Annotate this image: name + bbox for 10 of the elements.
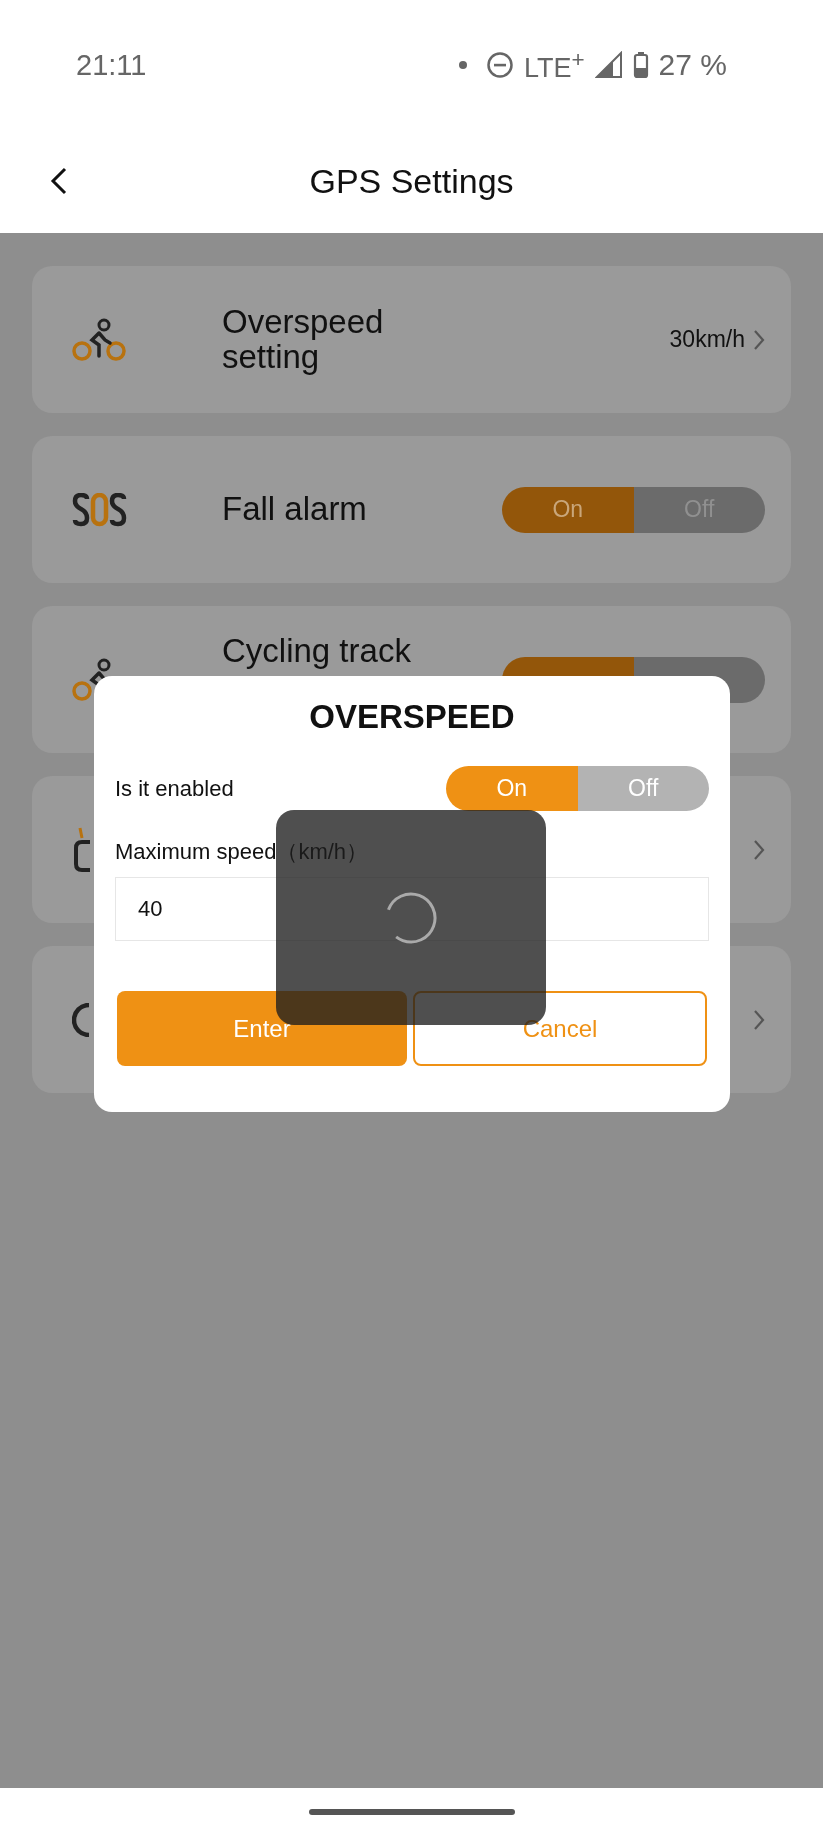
enabled-label: Is it enabled xyxy=(115,775,234,802)
setting-title: Overspeed setting xyxy=(222,304,385,375)
network-type: LTE$^{+}$ xyxy=(523,46,585,84)
battery-level: 27 % xyxy=(658,48,727,82)
setting-title: Fall alarm xyxy=(222,492,368,527)
status-time: 21:11 xyxy=(76,48,147,82)
page-title: GPS Settings xyxy=(309,162,514,201)
setting-value: 30km/h xyxy=(669,326,745,353)
setting-title: Cycling track xyxy=(222,634,412,669)
dialog-title: OVERSPEED xyxy=(308,698,516,736)
